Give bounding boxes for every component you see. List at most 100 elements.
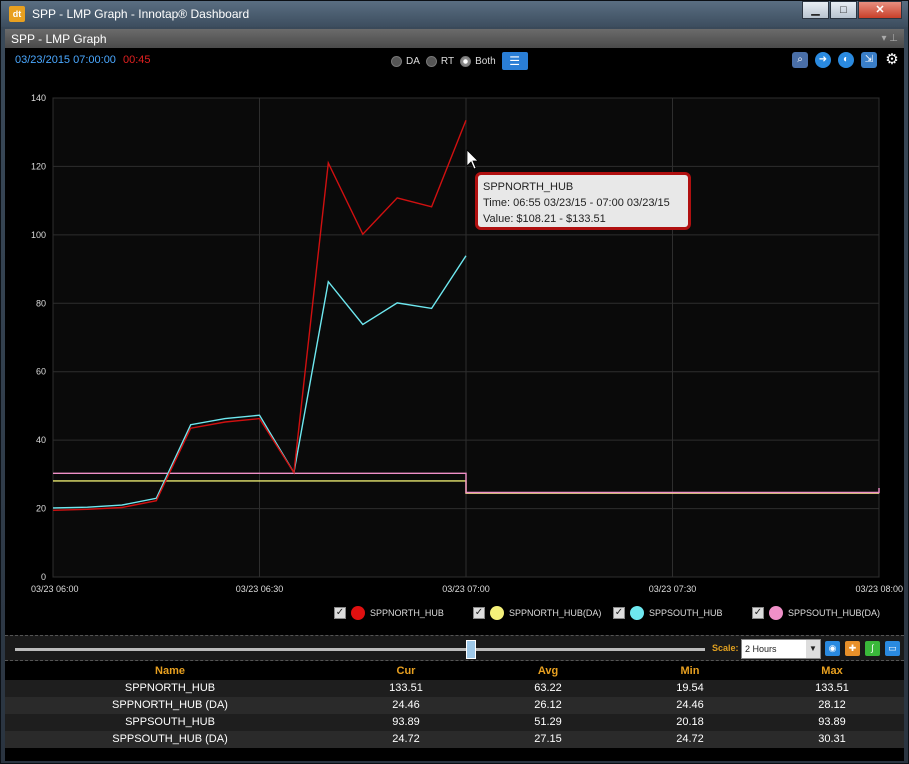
cell-name: SPPSOUTH_HUB (DA) — [112, 733, 228, 745]
window-icon[interactable]: ▭ — [885, 641, 900, 656]
settings-icon[interactable]: ⚙ — [884, 52, 900, 68]
legend-item[interactable]: ✓ SPPSOUTH_HUB(DA) — [752, 606, 880, 620]
slider-buttons: ◉ ✚ ∫ ▭ — [825, 641, 905, 656]
column-header[interactable]: Cur — [335, 663, 477, 680]
lmp-chart[interactable]: 0 20 40 60 80 100 120 140 03/23 06:00 03/23 06:30… — [5, 74, 904, 634]
y-tick-label: 60 — [36, 367, 46, 377]
legend-item[interactable]: ✓ SPPNORTH_HUB — [334, 606, 444, 620]
info-icon[interactable]: ◐ — [838, 52, 854, 68]
graph-tools: ⌕ ➜ ◐ ⇲ ⚙ — [785, 52, 900, 68]
legend-item[interactable]: ✓ SPPSOUTH_HUB — [613, 606, 723, 620]
graph-panel: 03/23/2015 07:00:00 00:45 DA RT Both ☰ ⌕… — [5, 48, 904, 761]
close-button[interactable]: ✕ — [858, 1, 902, 19]
radio-both[interactable]: Both — [460, 55, 496, 67]
radio-label: Both — [475, 55, 496, 67]
cell-max: 133.51 — [815, 682, 849, 694]
cell-cur: 133.51 — [389, 682, 423, 694]
radio-dot — [391, 55, 402, 67]
y-tick-label: 40 — [36, 435, 46, 445]
graph-toolbar: 03/23/2015 07:00:00 00:45 DA RT Both ☰ ⌕… — [5, 48, 904, 74]
window-controls: ▁ □ ✕ — [801, 1, 902, 19]
eye-icon[interactable]: ◉ — [825, 641, 840, 656]
y-tick-label: 100 — [31, 230, 46, 240]
column-header[interactable]: Name — [5, 663, 335, 680]
chevron-down-icon: ▼ — [806, 640, 820, 658]
cell-max: 28.12 — [818, 699, 846, 711]
table-row[interactable]: SPPNORTH_HUB (DA) 24.46 26.12 24.46 28.1… — [5, 697, 904, 714]
legend-label: SPPNORTH_HUB(DA) — [509, 608, 602, 618]
x-tick-label: 03/23 07:30 — [649, 584, 697, 594]
zoom-icon[interactable]: ⌕ — [792, 52, 808, 68]
cell-min: 24.46 — [676, 699, 704, 711]
radio-label: DA — [406, 55, 420, 67]
column-header[interactable]: Min — [619, 663, 761, 680]
checkbox-icon[interactable]: ✓ — [473, 607, 485, 619]
tooltip-name: SPPNORTH_HUB — [483, 181, 574, 193]
market-radio-group: DA RT Both ☰ — [391, 52, 528, 70]
time-slider-track[interactable] — [15, 648, 705, 651]
table-header: Name Cur Avg Min Max — [5, 663, 904, 680]
y-tick-label: 140 — [31, 93, 46, 103]
checkbox-icon[interactable]: ✓ — [334, 607, 346, 619]
scale-label: Scale: — [712, 643, 739, 653]
checkbox-icon[interactable]: ✓ — [752, 607, 764, 619]
window-title: SPP - LMP Graph - Innotap® Dashboard — [32, 7, 250, 21]
cell-avg: 51.29 — [534, 716, 562, 728]
cell-name: SPPSOUTH_HUB — [125, 716, 215, 728]
export-icon[interactable]: ⇲ — [861, 52, 877, 68]
legend-label: SPPNORTH_HUB — [370, 608, 444, 618]
cell-min: 24.72 — [676, 733, 704, 745]
y-tick-label: 20 — [36, 504, 46, 514]
pin-icon[interactable]: ▾ ⊥ — [881, 33, 898, 44]
table-row[interactable]: SPPSOUTH_HUB (DA) 24.72 27.15 24.72 30.3… — [5, 731, 904, 748]
checkbox-icon[interactable]: ✓ — [613, 607, 625, 619]
panel-title: SPP - LMP Graph — [11, 31, 107, 46]
cell-cur: 93.89 — [392, 716, 420, 728]
cell-name: SPPNORTH_HUB — [124, 682, 216, 694]
radio-da[interactable]: DA — [391, 55, 420, 67]
innotap-icon: dt — [9, 6, 25, 22]
list-view-button[interactable]: ☰ — [501, 52, 528, 70]
y-tick-label: 0 — [41, 572, 46, 582]
radio-label: RT — [440, 55, 455, 67]
column-header[interactable]: Avg — [477, 663, 619, 680]
title-bar[interactable]: dt SPP - LMP Graph - Innotap® Dashboard … — [1, 1, 908, 27]
chart-legend: ✓ SPPNORTH_HUB ✓ SPPNORTH_HUB(DA) ✓ SPPSOUT… — [5, 602, 904, 624]
arrow-right-icon[interactable]: ➜ — [815, 52, 831, 68]
legend-swatch — [490, 606, 504, 620]
cell-cur: 24.46 — [392, 699, 420, 711]
x-tick-label: 03/23 07:00 — [442, 584, 490, 594]
timestamp: 03/23/2015 07:00:00 — [15, 54, 116, 66]
time-slider-bar: Scale: 2 Hours ▼ ◉ ✚ ∫ ▭ — [5, 635, 904, 661]
app-window: dt SPP - LMP Graph - Innotap® Dashboard … — [0, 0, 909, 764]
legend-label: SPPSOUTH_HUB — [649, 608, 723, 618]
legend-swatch — [351, 606, 365, 620]
scale-select[interactable]: 2 Hours ▼ — [741, 639, 821, 659]
cell-max: 93.89 — [818, 716, 846, 728]
countdown-timer: 00:45 — [123, 54, 151, 66]
table-row[interactable]: SPPNORTH_HUB 133.51 63.22 19.54 133.51 — [5, 680, 904, 697]
maximize-button[interactable]: □ — [830, 1, 857, 19]
column-header[interactable]: Max — [761, 663, 903, 680]
minimize-button[interactable]: ▁ — [802, 1, 829, 19]
time-slider-handle[interactable] — [466, 640, 476, 659]
cell-max: 30.31 — [818, 733, 846, 745]
chart-tooltip: SPPNORTH_HUB Time: 06:55 03/23/15 - 07:0… — [475, 172, 691, 230]
radio-rt[interactable]: RT — [425, 55, 455, 67]
x-tick-label: 03/23 06:30 — [236, 584, 284, 594]
legend-swatch — [630, 606, 644, 620]
cell-avg: 63.22 — [534, 682, 562, 694]
legend-label: SPPSOUTH_HUB(DA) — [788, 608, 881, 618]
table-row[interactable]: SPPSOUTH_HUB 93.89 51.29 20.18 93.89 — [5, 714, 904, 731]
cell-min: 20.18 — [676, 716, 704, 728]
line-icon[interactable]: ∫ — [865, 641, 880, 656]
scale-value: 2 Hours — [745, 644, 777, 654]
plus-icon[interactable]: ✚ — [845, 641, 860, 656]
legend-item[interactable]: ✓ SPPNORTH_HUB(DA) — [473, 606, 601, 620]
x-tick-label: 03/23 08:00 — [855, 584, 903, 594]
x-tick-label: 03/23 06:00 — [31, 584, 79, 594]
y-tick-label: 80 — [36, 298, 46, 308]
cell-avg: 27.15 — [534, 733, 562, 745]
stats-table: Name Cur Avg Min Max SPPNORTH_HUB 133.51… — [5, 663, 904, 748]
cell-cur: 24.72 — [392, 733, 420, 745]
